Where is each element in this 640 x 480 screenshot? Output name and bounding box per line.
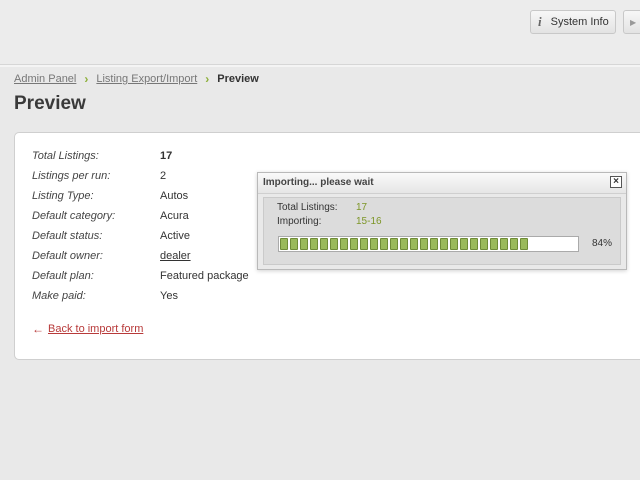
detail-label: Listings per run: [32, 170, 111, 182]
detail-value: 2 [160, 170, 167, 182]
system-info-label: System Info [550, 16, 609, 28]
detail-value: Active [160, 230, 190, 242]
progress-segment [460, 238, 468, 250]
progress-segment [280, 238, 288, 250]
detail-row-listing-type: Listing Type: Autos [32, 190, 249, 210]
breadcrumb: Admin Panel › Listing Export/Import › Pr… [14, 72, 259, 86]
progress-segment [420, 238, 428, 250]
progress-segment [340, 238, 348, 250]
default-owner-link[interactable]: dealer [160, 250, 191, 262]
progress-segment [490, 238, 498, 250]
importing-label: Importing: [277, 216, 322, 227]
progress-segment [370, 238, 378, 250]
close-icon[interactable]: × [610, 176, 622, 188]
progress-segment [360, 238, 368, 250]
detail-value: Featured package [160, 270, 249, 282]
progress-segment [290, 238, 298, 250]
import-progress-dialog: Importing... please wait × Total Listing… [257, 172, 627, 270]
importing-row: Importing: 15-16 [277, 216, 382, 227]
progress-segment [520, 238, 528, 250]
play-arrow-icon: ▶ [630, 17, 637, 27]
total-listings-value: 17 [356, 202, 368, 213]
progress-segment [350, 238, 358, 250]
detail-label: Make paid: [32, 290, 86, 302]
import-details: Total Listings: 17 Listings per run: 2 L… [32, 150, 249, 310]
system-info-button[interactable]: i System Info [530, 10, 616, 34]
info-icon: i [538, 14, 542, 29]
back-link-label: Back to import form [48, 323, 144, 335]
dialog-title: Importing... please wait [258, 173, 626, 194]
detail-label: Total Listings: [32, 150, 99, 162]
progress-segment [440, 238, 448, 250]
chevron-right-icon: › [205, 72, 210, 86]
detail-row-default-plan: Default plan: Featured package [32, 270, 249, 290]
progress-segment [300, 238, 308, 250]
progress-segment [380, 238, 388, 250]
detail-row-make-paid: Make paid: Yes [32, 290, 249, 310]
detail-row-default-status: Default status: Active [32, 230, 249, 250]
progress-segment [330, 238, 338, 250]
detail-label: Default category: [32, 210, 116, 222]
dialog-body: Total Listings: 17 Importing: 15-16 84% [263, 197, 621, 265]
progress-percent: 84% [592, 238, 613, 249]
detail-value: Autos [160, 190, 189, 202]
chevron-right-icon: › [84, 72, 89, 86]
breadcrumb-current: Preview [217, 73, 259, 85]
progress-segment [510, 238, 518, 250]
progress-bar-fill [280, 238, 530, 250]
top-bar: i System Info ▶ [0, 0, 640, 67]
progress-segment [430, 238, 438, 250]
detail-row-listings-per-run: Listings per run: 2 [32, 170, 249, 190]
page-title: Preview [14, 93, 86, 114]
detail-row-default-owner: Default owner: dealer [32, 250, 249, 270]
detail-row-total-listings: Total Listings: 17 [32, 150, 249, 170]
progress-segment [390, 238, 398, 250]
importing-value: 15-16 [356, 216, 382, 227]
total-listings-label: Total Listings: [277, 202, 338, 213]
detail-value: Yes [160, 290, 178, 302]
detail-value: 17 [160, 150, 173, 162]
detail-label: Listing Type: [32, 190, 94, 202]
progress-segment [480, 238, 488, 250]
progress-segment [320, 238, 328, 250]
arrow-left-icon: ← [32, 322, 44, 336]
detail-label: Default plan: [32, 270, 94, 282]
detail-row-default-category: Default category: Acura [32, 210, 249, 230]
progress-segment [450, 238, 458, 250]
expand-arrow-button[interactable]: ▶ [623, 10, 640, 34]
breadcrumb-admin-panel[interactable]: Admin Panel [14, 73, 76, 85]
total-listings-row: Total Listings: 17 [277, 202, 367, 213]
breadcrumb-listing-export-import[interactable]: Listing Export/Import [96, 73, 197, 85]
progress-segment [410, 238, 418, 250]
progress-bar [278, 236, 579, 252]
progress-segment [400, 238, 408, 250]
back-to-import-form-link[interactable]: ← Back to import form [32, 322, 143, 336]
detail-label: Default owner: [32, 250, 103, 262]
progress-segment [470, 238, 478, 250]
detail-label: Default status: [32, 230, 103, 242]
progress-segment [500, 238, 508, 250]
detail-value: Acura [160, 210, 189, 222]
progress-segment [310, 238, 318, 250]
